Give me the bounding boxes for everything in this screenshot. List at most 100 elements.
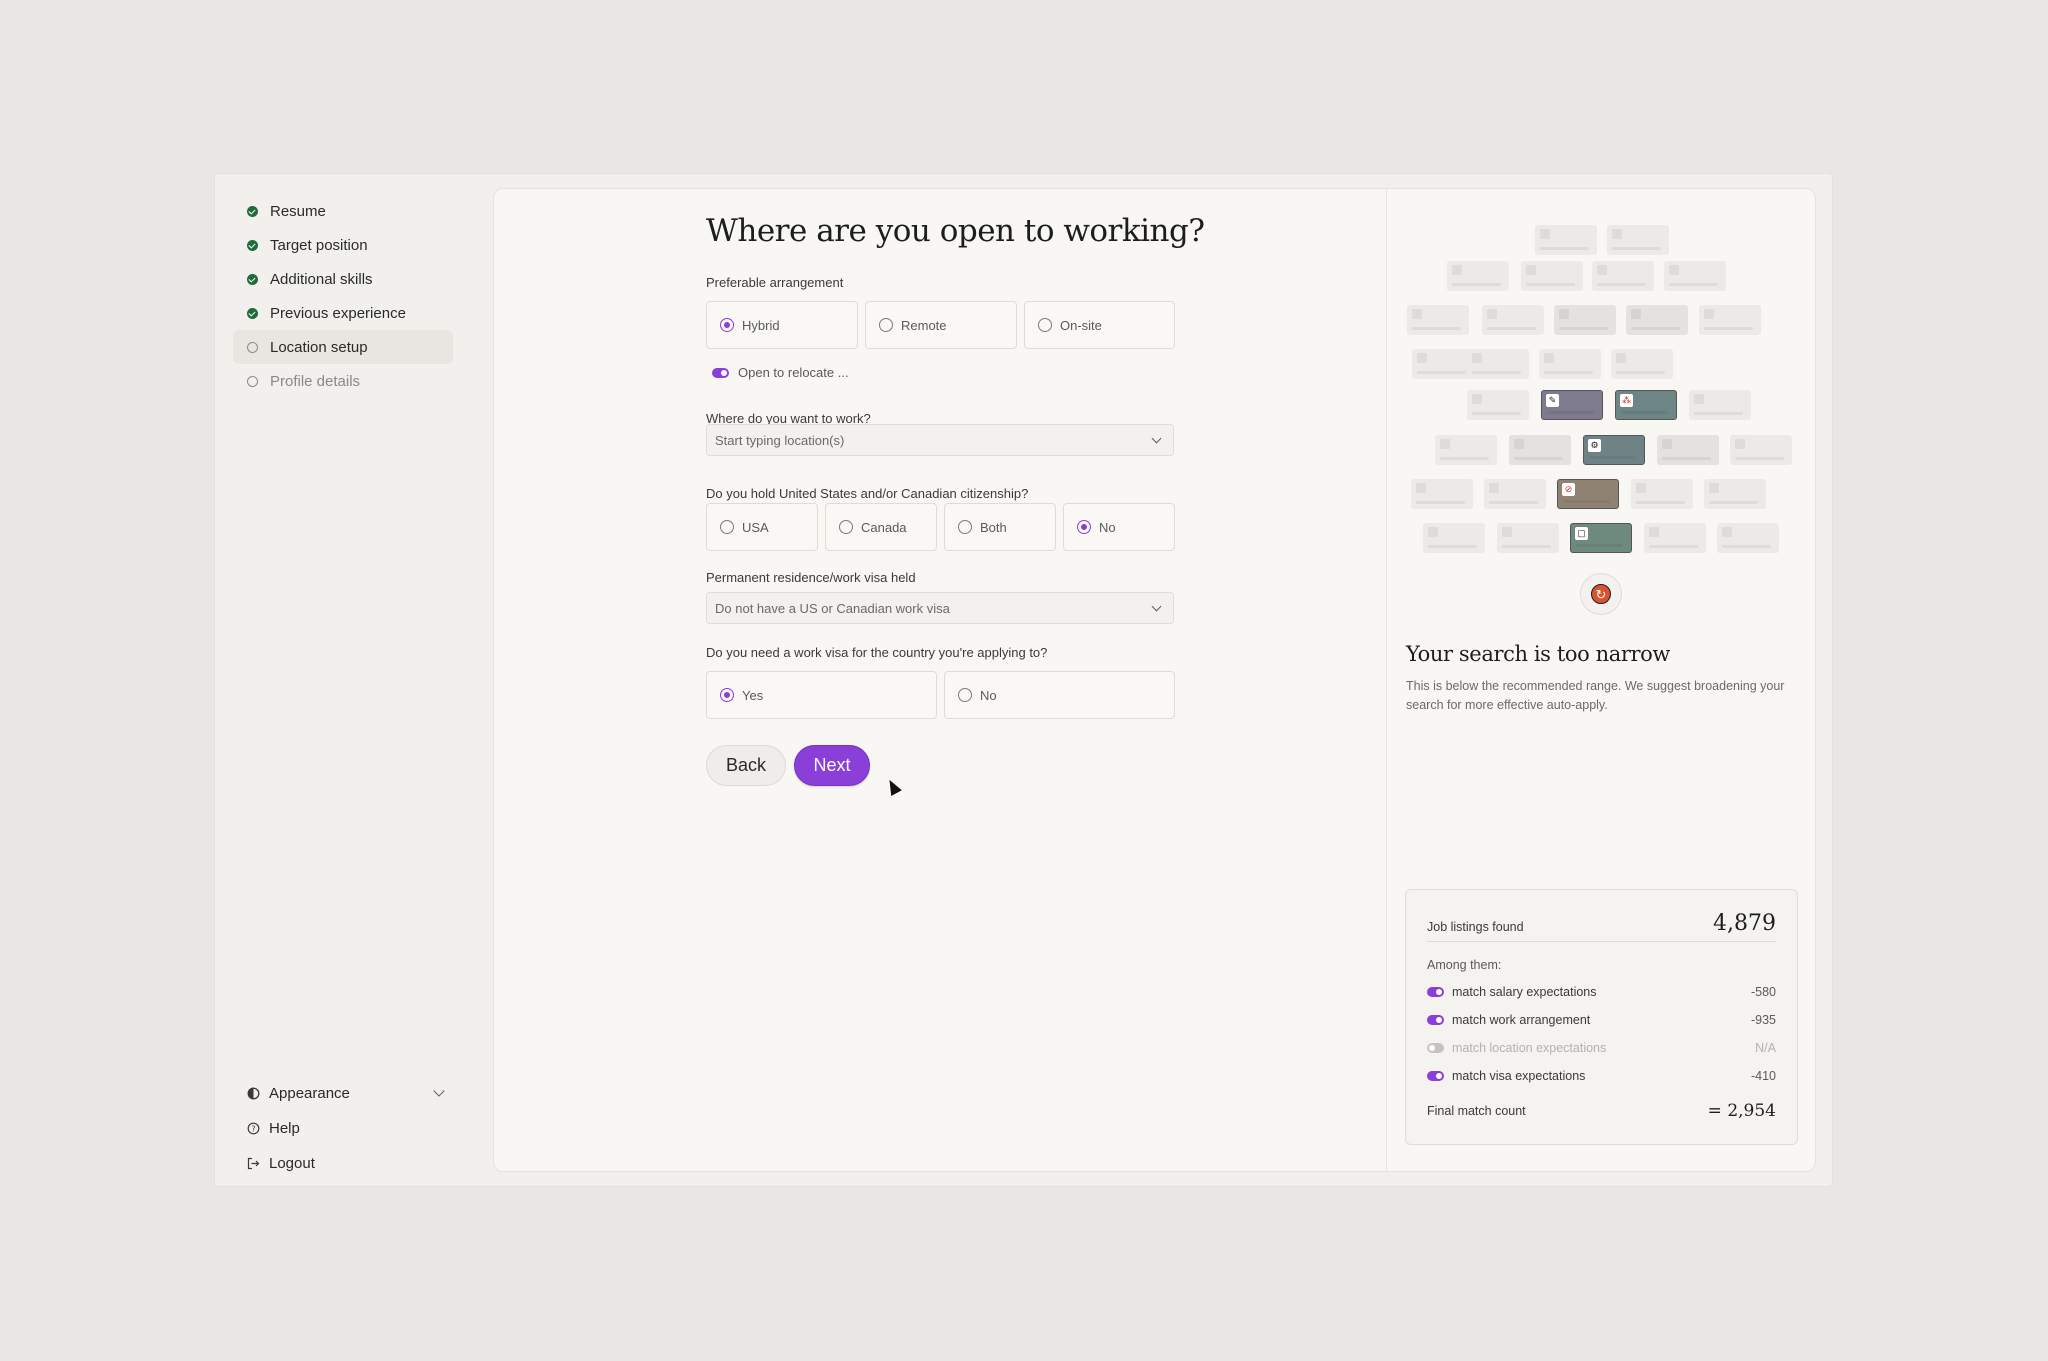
step-label: Profile details [270,372,361,390]
tile [1626,305,1688,335]
help-label: Help [269,1119,300,1137]
company-logo-icon: ⚙ [1588,439,1601,452]
option-label: Remote [901,317,947,333]
tile [1482,305,1544,335]
location-form: Where are you open to working? Preferabl… [494,189,1387,1171]
citizenship-option-both[interactable]: Both [944,503,1056,551]
filter-row-location[interactable]: match location expectations N/A [1427,1038,1776,1058]
mouse-cursor [884,777,902,796]
citizenship-option-canada[interactable]: Canada [825,503,937,551]
chevron-down-icon [1151,601,1162,612]
appearance-menu[interactable]: Appearance [233,1078,453,1108]
residence-select[interactable]: Do not have a US or Canadian work visa [706,592,1174,624]
job-listings-row: Job listings found 4,879 [1427,900,1776,942]
filter-row-work-arrangement[interactable]: match work arrangement -935 [1427,1010,1776,1030]
tile [1644,523,1706,553]
tile [1412,349,1474,379]
logout-link[interactable]: Logout [233,1148,453,1178]
sidebar: Resume Target position Additional skills… [233,188,473,1174]
tile [1730,435,1792,465]
chevron-down-icon [1151,433,1162,444]
company-tile: ▢ [1570,523,1632,553]
option-label: Yes [742,687,764,703]
tile [1467,349,1529,379]
company-logo-icon: ✎ [1546,394,1559,407]
final-match-value: = 2,954 [1707,1101,1776,1121]
step-profile-details[interactable]: Profile details [233,364,453,398]
step-label: Target position [270,236,368,254]
arrangement-option-onsite[interactable]: On-site [1024,301,1175,349]
radio-icon [879,318,893,332]
filter-row-visa[interactable]: match visa expectations -410 [1427,1066,1776,1086]
tile [1689,390,1751,420]
check-circle-icon [247,205,258,217]
radio-selected-icon [720,318,734,332]
final-match-row: Final match count = 2,954 [1427,1100,1776,1122]
result-description: This is below the recommended range. We … [1406,679,1785,712]
circle-icon [247,341,258,353]
job-listings-value: 4,879 [1713,911,1776,936]
help-link[interactable]: ? Help [233,1113,453,1143]
residence-value: Do not have a US or Canadian work visa [715,600,950,616]
location-toggle[interactable] [1427,1043,1444,1053]
tile [1521,261,1583,291]
need-visa-option-yes[interactable]: Yes [706,671,937,719]
company-tile: ⊘ [1557,479,1619,509]
tile [1411,479,1473,509]
tile [1407,305,1469,335]
tile [1611,349,1673,379]
help-circle-icon: ? [247,1122,260,1135]
final-match-label: Final match count [1427,1104,1526,1118]
logout-icon [247,1157,260,1170]
company-logo-icon: ▢ [1575,527,1588,540]
step-label: Resume [270,202,326,220]
circle-icon [247,375,258,387]
main-panel: Where are you open to working? Preferabl… [493,188,1816,1172]
step-resume[interactable]: Resume [233,194,453,228]
step-additional-skills[interactable]: Additional skills [233,262,453,296]
relocate-toggle[interactable] [712,367,729,378]
residence-label: Permanent residence/work visa held [706,570,916,585]
step-location-setup[interactable]: Location setup [233,330,453,364]
option-label: Canada [861,519,907,535]
step-previous-experience[interactable]: Previous experience [233,296,453,330]
option-label: Both [980,519,1007,535]
visa-toggle[interactable] [1427,1071,1444,1081]
back-button[interactable]: Back [706,745,786,786]
tile [1539,349,1601,379]
citizenship-option-usa[interactable]: USA [706,503,818,551]
check-circle-icon [247,307,258,319]
arrangement-option-remote[interactable]: Remote [865,301,1017,349]
tile [1699,305,1761,335]
filter-row-salary[interactable]: match salary expectations -580 [1427,982,1776,1002]
tile [1664,261,1726,291]
tile [1535,225,1597,255]
work-arrangement-toggle[interactable] [1427,1015,1444,1025]
tile [1592,261,1654,291]
step-target-position[interactable]: Target position [233,228,453,262]
company-tile: ⁂ [1615,390,1677,420]
option-label: USA [742,519,769,535]
next-button[interactable]: Next [794,745,870,786]
option-label: Hybrid [742,317,780,333]
filter-label: match work arrangement [1452,1013,1591,1027]
location-input[interactable]: Start typing location(s) [706,424,1174,456]
radio-icon [839,520,853,534]
tile [1484,479,1546,509]
radio-icon [1038,318,1052,332]
app-window: Resume Target position Additional skills… [214,173,1833,1187]
salary-toggle[interactable] [1427,987,1444,997]
refresh-button[interactable]: ↻ [1580,573,1622,615]
relocate-toggle-row[interactable]: Open to relocate ... [712,365,849,380]
citizenship-option-no[interactable]: No [1063,503,1175,551]
filter-value: -410 [1750,1069,1776,1083]
need-visa-option-no[interactable]: No [944,671,1175,719]
filter-label: match visa expectations [1452,1069,1586,1083]
company-tile: ✎ [1541,390,1603,420]
tile [1554,305,1616,335]
check-circle-icon [247,239,258,251]
arrangement-option-hybrid[interactable]: Hybrid [706,301,858,349]
radio-icon [958,520,972,534]
arrangement-label: Preferable arrangement [706,275,844,290]
tile [1631,479,1693,509]
